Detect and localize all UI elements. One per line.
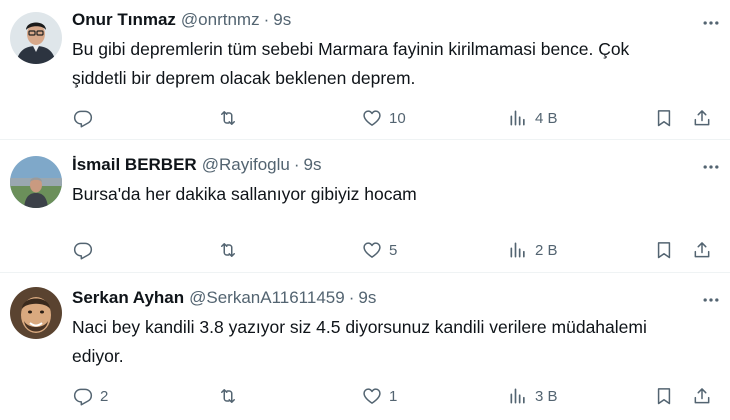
like-button[interactable]: 5 [362,238,397,262]
tweet-text-line: Bursa'da her dakika sallanıyor gibiyiz h… [72,184,417,204]
bookmark-button[interactable] [654,384,674,408]
action-bar: 5 2 B [0,238,730,262]
heart-icon [363,110,381,126]
tweet-text-line: şiddetli bir deprem olacak beklenen depr… [72,68,416,88]
action-bar: 2 1 3 B [0,384,730,408]
separator: · [293,155,300,174]
share-button[interactable] [692,384,712,408]
retweet-button[interactable] [218,106,245,130]
like-button[interactable]: 1 [362,384,397,408]
tweet-header: İsmail BERBER @Rayifoglu · 9s [72,155,718,175]
reply-count: 2 [100,387,109,405]
share-icon [694,110,710,126]
separator: · [263,10,270,29]
avatar[interactable] [10,12,62,64]
like-button[interactable]: 10 [362,106,406,130]
share-button[interactable] [692,106,712,130]
bookmark-icon [657,110,671,127]
retweet-icon [221,243,235,257]
tweet-header: Serkan Ayhan @SerkanA11611459 · 9s [72,288,718,308]
retweet-icon [221,111,235,125]
tweet[interactable]: Onur Tınmaz @onrtnmz · 9s Bu gibi deprem… [0,0,730,140]
bookmark-button[interactable] [654,238,674,262]
views-count: 2 B [535,241,558,259]
bookmark-button[interactable] [654,106,674,130]
tweet-text: Bursa'da her dakika sallanıyor gibiyiz h… [72,180,712,209]
like-count: 5 [389,241,398,259]
tweet-header: Onur Tınmaz @onrtnmz · 9s [72,10,718,30]
views-button[interactable]: 2 B [508,238,558,262]
timestamp[interactable]: 9s [358,288,376,308]
author-name[interactable]: Serkan Ayhan [72,288,184,308]
reply-button[interactable]: 2 [73,384,108,408]
more-icon[interactable] [700,289,722,311]
retweet-button[interactable] [218,384,245,408]
avatar[interactable] [10,156,62,208]
timestamp[interactable]: 9s [273,10,291,30]
tweet-text-line: Bu gibi depremlerin tüm sebebi Marmara f… [72,39,630,59]
views-count: 4 B [535,109,558,127]
views-button[interactable]: 4 B [508,106,558,130]
author-handle[interactable]: @SerkanA11611459 [189,288,345,308]
reply-icon [73,242,93,260]
reply-icon [73,110,93,128]
avatar[interactable] [10,287,62,339]
tweet-text: Naci bey kandili 3.8 yazıyor siz 4.5 diy… [72,313,712,371]
share-button[interactable] [692,238,712,262]
author-name[interactable]: İsmail BERBER [72,155,197,175]
author-handle[interactable]: @Rayifoglu [202,155,290,175]
like-count: 10 [389,109,406,127]
tweet-text-line: Naci bey kandili 3.8 yazıyor siz 4.5 diy… [72,317,647,337]
retweet-icon [221,389,235,403]
tweet[interactable]: İsmail BERBER @Rayifoglu · 9s Bursa'da h… [0,140,730,273]
tweet-text: Bu gibi depremlerin tüm sebebi Marmara f… [72,35,712,93]
reply-button[interactable] [73,238,100,262]
more-icon[interactable] [700,156,722,178]
bookmark-icon [657,388,671,405]
author-handle[interactable]: @onrtnmz [181,10,260,30]
views-icon [510,242,525,258]
reply-icon [73,388,93,406]
views-button[interactable]: 3 B [508,384,558,408]
more-icon[interactable] [700,12,722,34]
heart-icon [363,242,381,258]
share-icon [694,388,710,404]
like-count: 1 [389,387,398,405]
heart-icon [363,388,381,404]
retweet-button[interactable] [218,238,245,262]
views-icon [510,110,525,126]
tweet[interactable]: Serkan Ayhan @SerkanA11611459 · 9s Naci … [0,273,730,420]
author-name[interactable]: Onur Tınmaz [72,10,176,30]
reply-button[interactable] [73,106,100,130]
views-icon [510,388,525,404]
tweet-text-line: ediyor. [72,346,124,366]
action-bar: 10 4 B [0,106,730,130]
separator: · [348,288,355,307]
timestamp[interactable]: 9s [304,155,322,175]
views-count: 3 B [535,387,558,405]
bookmark-icon [657,242,671,259]
share-icon [694,242,710,258]
